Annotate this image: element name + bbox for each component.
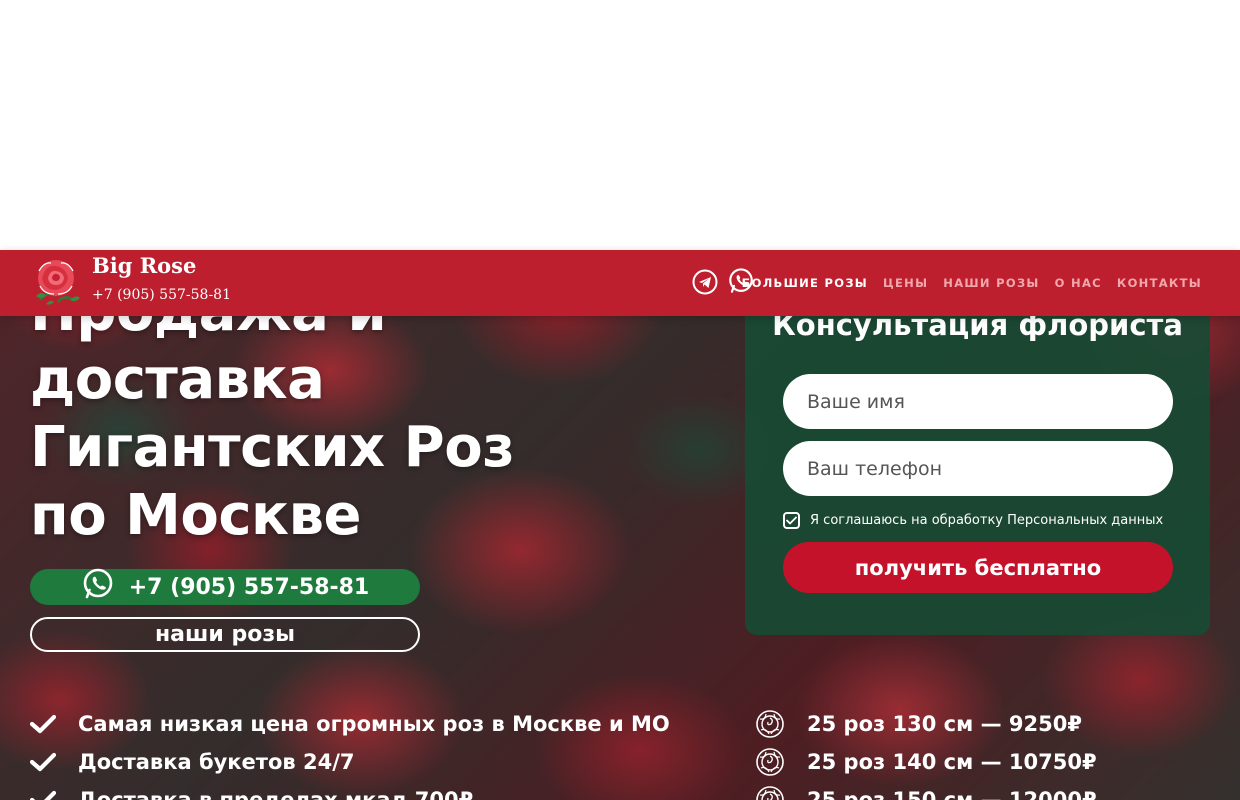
checkmark-icon (30, 714, 78, 734)
consent-label: Я соглашаюсь на обработку Персональных д… (810, 513, 1164, 528)
price-text: 25 роз 150 см — 12000₽ (807, 788, 1097, 800)
price-text: 25 роз 140 см — 10750₽ (807, 750, 1097, 774)
our-roses-button[interactable]: наши розы (30, 617, 420, 652)
phone-input[interactable] (783, 441, 1173, 496)
whatsapp-icon (81, 567, 115, 607)
feature-text: Самая низкая цена огромных роз в Москве … (78, 712, 670, 736)
menu-item-prices[interactable]: ЦЕНЫ (883, 276, 928, 290)
menu-item-about[interactable]: О НАС (1055, 276, 1102, 290)
hero-headline: Продажа и доставка Гигантских Роз по Мос… (30, 278, 590, 550)
consent-checkbox[interactable] (783, 512, 800, 529)
consent-row: Я соглашаюсь на обработку Персональных д… (783, 512, 1163, 529)
menu-item-big-roses[interactable]: БОЛЬШИЕ РОЗЫ (742, 276, 868, 290)
rose-icon (755, 785, 807, 800)
feature-text: Доставка в пределах мкад 700₽ (78, 788, 474, 800)
price-item: 25 роз 130 см — 9250₽ (755, 705, 1097, 743)
price-text: 25 роз 130 см — 9250₽ (807, 712, 1082, 736)
whatsapp-phone-button[interactable]: +7 (905) 557-58-81 (30, 567, 420, 607)
submit-button[interactable]: получить бесплатно (783, 542, 1173, 593)
feature-text: Доставка букетов 24/7 (78, 750, 355, 774)
site-header: Big Rose +7 (905) 557-58-81 БОЛЬШИЕ РОЗЫ… (0, 250, 1240, 316)
feature-item: Доставка в пределах мкад 700₽ (30, 781, 670, 800)
brand-name[interactable]: Big Rose (92, 253, 196, 278)
rose-icon (755, 709, 807, 739)
phone-button-label: +7 (905) 557-58-81 (128, 574, 370, 600)
main-menu: БОЛЬШИЕ РОЗЫ ЦЕНЫ НАШИ РОЗЫ О НАС КОНТАК… (742, 250, 1202, 316)
menu-item-contacts[interactable]: КОНТАКТЫ (1117, 276, 1202, 290)
headline-line: по Москве (30, 483, 361, 548)
submit-label: получить бесплатно (854, 555, 1102, 580)
price-item: 25 роз 150 см — 12000₽ (755, 781, 1097, 800)
header-phone[interactable]: +7 (905) 557-58-81 (92, 287, 231, 303)
headline-line: Гигантских Роз (30, 415, 515, 480)
our-roses-label: наши розы (154, 622, 296, 647)
rose-logo[interactable] (30, 256, 82, 308)
name-input[interactable] (783, 374, 1173, 429)
consultation-form: Консультация флориста Я соглашаюсь на об… (745, 280, 1210, 635)
price-item: 25 роз 140 см — 10750₽ (755, 743, 1097, 781)
checkmark-icon (30, 752, 78, 772)
rose-icon (755, 747, 807, 777)
features-list: Самая низкая цена огромных роз в Москве … (30, 705, 670, 800)
headline-line: доставка (30, 347, 325, 412)
checkmark-icon (30, 790, 78, 800)
price-list: 25 роз 130 см — 9250₽ 25 роз 140 см — 10… (755, 705, 1097, 800)
feature-item: Самая низкая цена огромных роз в Москве … (30, 705, 670, 743)
telegram-icon[interactable] (692, 269, 718, 295)
feature-item: Доставка букетов 24/7 (30, 743, 670, 781)
check-icon (786, 516, 797, 525)
menu-item-our-roses[interactable]: НАШИ РОЗЫ (943, 276, 1039, 290)
